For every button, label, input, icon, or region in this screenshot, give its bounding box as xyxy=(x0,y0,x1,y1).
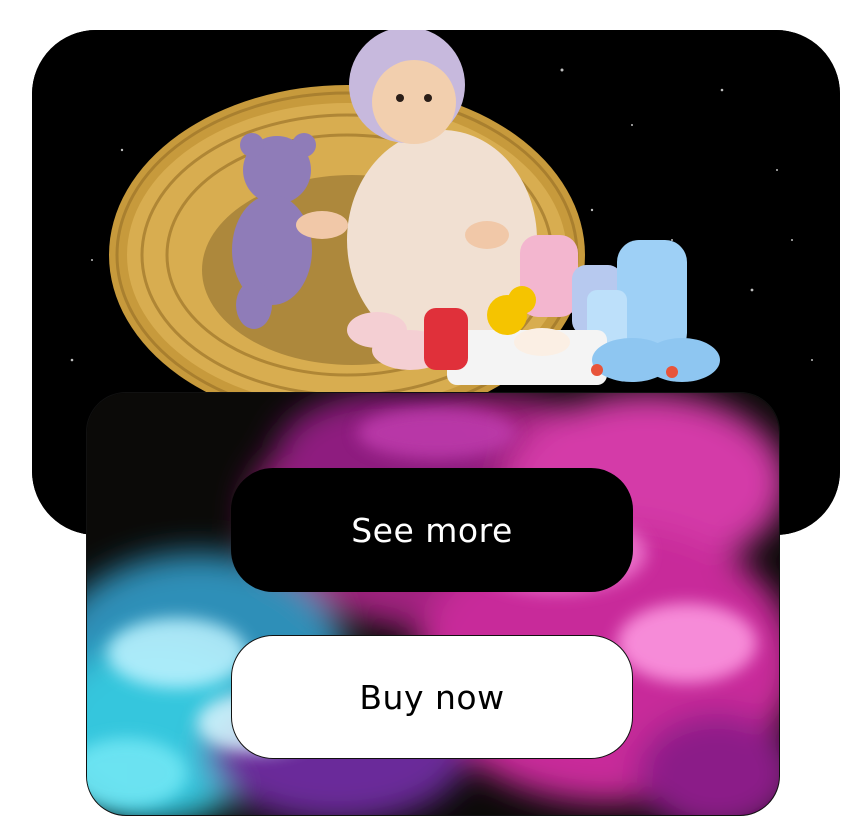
see-more-label: See more xyxy=(351,510,513,550)
see-more-button[interactable]: See more xyxy=(231,468,633,592)
buy-now-button[interactable]: Buy now xyxy=(231,635,633,759)
buy-now-label: Buy now xyxy=(359,677,505,717)
